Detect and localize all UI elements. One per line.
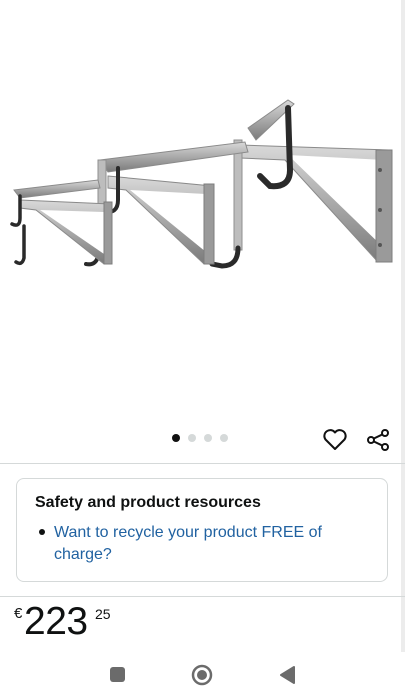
price-fraction: 25 xyxy=(95,606,111,622)
bracket-large xyxy=(209,99,393,269)
price-currency: € xyxy=(14,605,23,622)
pagination-dot[interactable] xyxy=(188,434,196,442)
square-icon[interactable] xyxy=(110,667,125,682)
price-whole: 223 xyxy=(24,600,88,643)
pagination-dot[interactable] xyxy=(204,434,212,442)
recycle-product-link[interactable]: Want to recycle your product FREE of cha… xyxy=(54,522,354,566)
scroll-edge xyxy=(401,0,405,699)
pagination-dot-active[interactable] xyxy=(172,434,180,442)
bike-hooks-illustration xyxy=(10,99,393,269)
heart-icon[interactable] xyxy=(322,428,348,452)
safety-resources-card: Safety and product resources Want to rec… xyxy=(16,478,388,582)
pagination-dot[interactable] xyxy=(220,434,228,442)
image-pagination-dots[interactable] xyxy=(172,434,228,442)
share-icon[interactable] xyxy=(365,428,391,452)
section-divider xyxy=(0,596,405,597)
bracket-small xyxy=(10,179,113,266)
section-divider xyxy=(0,463,405,464)
system-navigation-bar xyxy=(0,652,405,699)
bullet-icon xyxy=(39,529,45,535)
home-circle-icon[interactable] xyxy=(190,663,214,687)
safety-card-title: Safety and product resources xyxy=(35,494,261,511)
product-image[interactable] xyxy=(0,0,401,425)
back-triangle-icon[interactable] xyxy=(278,664,298,686)
